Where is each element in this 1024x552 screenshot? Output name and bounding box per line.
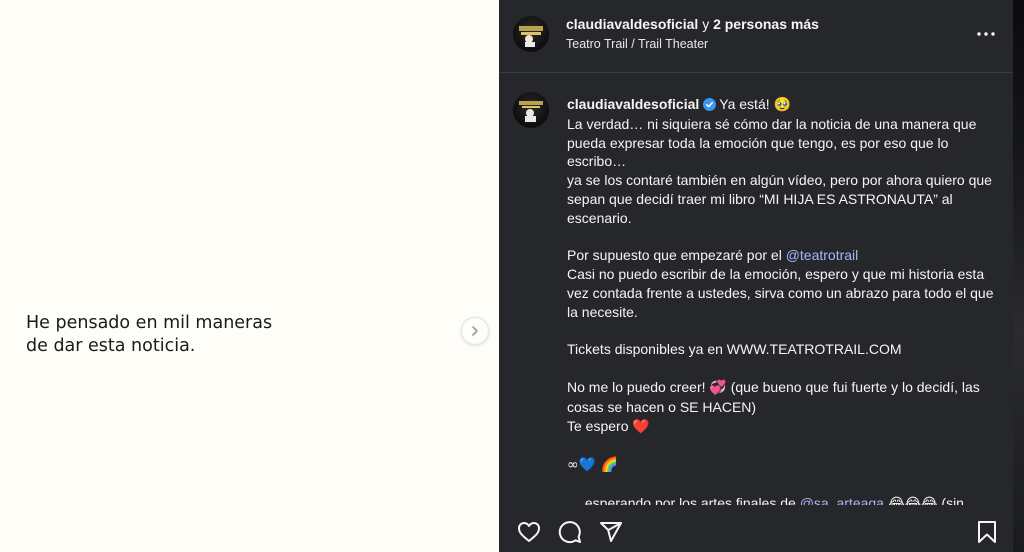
caption-p1-start: Ya está! [719,96,774,112]
comment-icon [558,521,581,544]
like-button[interactable] [516,519,542,545]
chevron-right-icon [472,326,478,336]
avatar-image [519,101,543,122]
verified-badge-icon [703,98,717,111]
location-link[interactable]: Teatro Trail / Trail Theater [566,36,708,52]
caption-p4-start: No me lo puedo creer! [567,378,710,395]
caption-p2-start: Por supuesto que empezaré por el [567,247,786,264]
header-names: claudiavaldesoficial y 2 personas más [566,15,819,33]
bookmark-icon [978,521,996,543]
header-conjunction: y [702,16,710,32]
caption-p4-heart: ❤️ [632,418,650,435]
more-options-button[interactable] [974,24,998,44]
caption-p3: Tickets disponibles ya en WWW.TEATROTRAI… [567,341,902,358]
caption-p5-symbols: ∞💙 🌈 [567,457,618,474]
caption-p2-rest: Casi no puedo escribir de la emoción, es… [567,266,998,320]
mention-sa-arteaga[interactable]: @sa_arteaga [800,495,884,505]
mention-teatrotrail[interactable]: @teatrotrail [786,247,859,263]
caption-p4-end: Te espero [567,417,633,434]
caption-p1-rest: La verdad… ni siquiera sé cómo dar la no… [567,115,992,226]
caption-avatar[interactable] [513,92,549,128]
image-text-line-2: de dar esta noticia. [26,336,196,356]
share-icon [600,522,622,542]
caption-p6-rest: (sin [937,494,964,505]
caption-comment: claudiavaldesoficial Ya está! 🥹 La verdad… [499,73,1013,505]
comment-button[interactable] [557,519,583,545]
caption-p1-emoji: 🥹 [773,97,791,113]
post-actions [499,505,1013,552]
background-overlay-edge [1013,0,1024,552]
header-username[interactable]: claudiavaldesoficial [566,16,698,32]
more-horizontal-icon [977,32,995,36]
image-text: He pensado en mil maneras de dar esta no… [26,312,326,358]
next-image-button[interactable] [461,317,489,345]
post-header: claudiavaldesoficial y 2 personas más Te… [499,0,1013,72]
image-text-line-1: He pensado en mil maneras [26,313,273,333]
caption-p6-emojis: 😂😂😂 [883,495,938,505]
caption-text: claudiavaldesoficial Ya está! 🥹 La verdad… [567,95,1003,505]
share-button[interactable] [598,519,624,545]
heart-icon [518,522,540,542]
caption-p4-emoji: 💞 [709,379,727,396]
header-collaborators[interactable]: 2 personas más [713,16,819,32]
post-image: He pensado en mil maneras de dar esta no… [0,0,499,552]
avatar-image [519,26,543,47]
avatar[interactable] [513,16,549,52]
save-button[interactable] [974,519,1000,545]
caption-p6-start: … esperando por los artes finales de [567,494,800,505]
caption-username[interactable]: claudiavaldesoficial [567,96,699,112]
post-details: claudiavaldesoficial y 2 personas más Te… [499,0,1013,552]
